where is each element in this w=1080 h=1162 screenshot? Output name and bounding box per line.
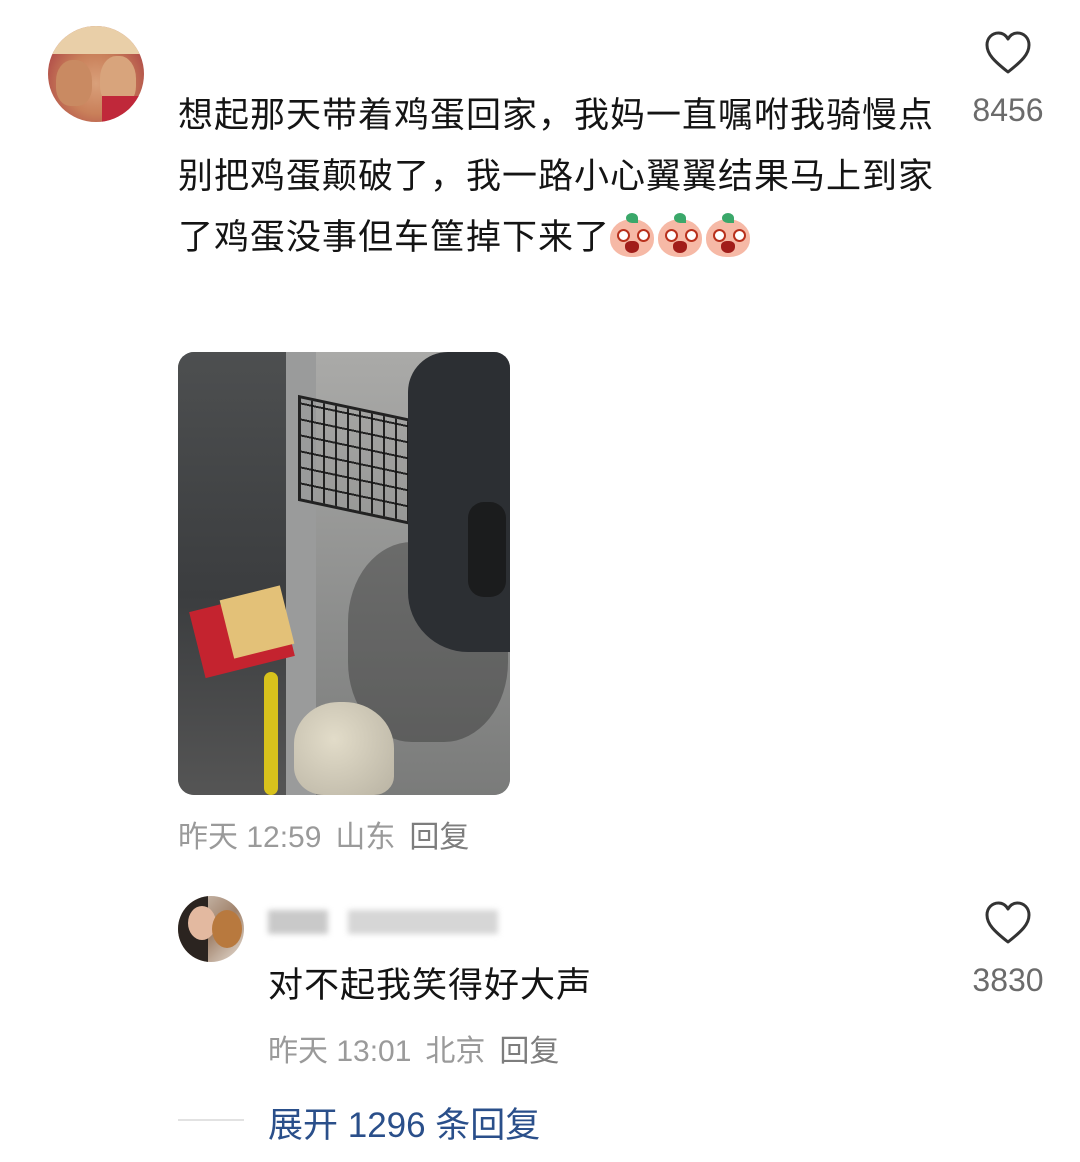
heart-icon[interactable] bbox=[984, 900, 1032, 946]
like-count: 8456 bbox=[972, 92, 1044, 128]
comment-location: 山东 bbox=[335, 821, 396, 854]
reply-like-count: 3830 bbox=[972, 962, 1044, 998]
comment-photo[interactable] bbox=[178, 352, 510, 795]
divider bbox=[178, 1119, 244, 1121]
reply-button[interactable]: 回复 bbox=[499, 1035, 559, 1068]
shocked-face-emoji-icon bbox=[610, 213, 655, 257]
reply-avatar[interactable] bbox=[178, 896, 244, 962]
reply-time: 昨天 13:01 bbox=[268, 1035, 412, 1068]
heart-icon[interactable] bbox=[984, 30, 1032, 76]
comment-text: 想起那天带着鸡蛋回家，我妈一直嘱咐我骑慢点别把鸡蛋颠破了，我一路小心翼翼结果马上… bbox=[178, 96, 935, 258]
reply-location: 北京 bbox=[425, 1035, 486, 1068]
reply-username-blurred[interactable] bbox=[268, 904, 508, 938]
expand-replies-link[interactable]: 展开 1296 条回复 bbox=[268, 1097, 540, 1148]
reply-button[interactable]: 回复 bbox=[409, 821, 469, 854]
reply-meta: 昨天 13:01 北京 回复 bbox=[268, 1026, 559, 1070]
commenter-avatar[interactable] bbox=[48, 26, 144, 122]
shocked-face-emoji-icon bbox=[658, 213, 703, 257]
comment-meta: 昨天 12:59 山东 回复 bbox=[178, 812, 469, 856]
comment-body: 想起那天带着鸡蛋回家，我妈一直嘱咐我骑慢点别把鸡蛋颠破了，我一路小心翼翼结果马上… bbox=[178, 86, 938, 269]
comment-time: 昨天 12:59 bbox=[178, 821, 322, 854]
reply-text: 对不起我笑得好大声 bbox=[268, 966, 593, 1006]
blurred-username-block bbox=[268, 910, 498, 934]
shocked-face-emoji-icon bbox=[706, 213, 751, 257]
